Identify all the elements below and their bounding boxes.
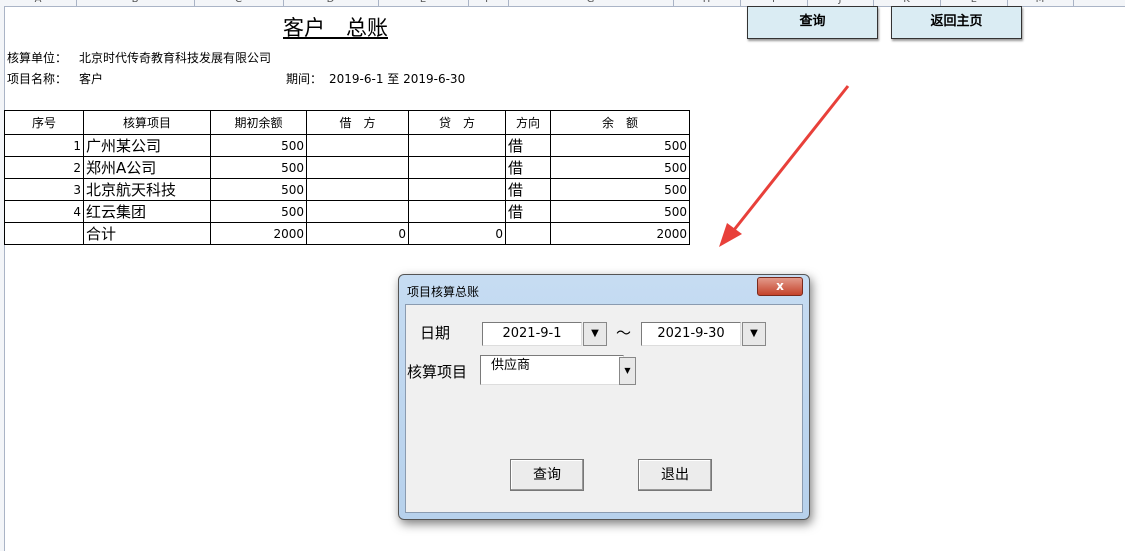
dialog-query-button[interactable]: 查询 xyxy=(510,459,584,491)
ledger-dialog: 项目核算总账 x 日期 2021-9-1 ▼ ～ 2021-9-30 ▼ 核算项… xyxy=(398,274,810,520)
date-from-input[interactable]: 2021-9-1 xyxy=(482,322,582,346)
date-label: 日期 xyxy=(420,324,451,342)
close-icon[interactable]: x xyxy=(757,277,803,296)
item-label: 核算项目 xyxy=(407,363,468,381)
date-separator: ～ xyxy=(616,324,632,342)
date-to-dropdown-icon[interactable]: ▼ xyxy=(742,322,766,346)
date-from-dropdown-icon[interactable]: ▼ xyxy=(583,322,607,346)
dialog-body: 日期 2021-9-1 ▼ ～ 2021-9-30 ▼ 核算项目 供应商 ▼ 查… xyxy=(405,304,803,513)
item-select[interactable]: 供应商 xyxy=(480,355,624,385)
dialog-title: 项目核算总账 xyxy=(407,285,480,299)
item-dropdown-icon[interactable]: ▼ xyxy=(619,357,636,385)
dialog-exit-button[interactable]: 退出 xyxy=(638,459,712,491)
date-to-input[interactable]: 2021-9-30 xyxy=(641,322,741,346)
